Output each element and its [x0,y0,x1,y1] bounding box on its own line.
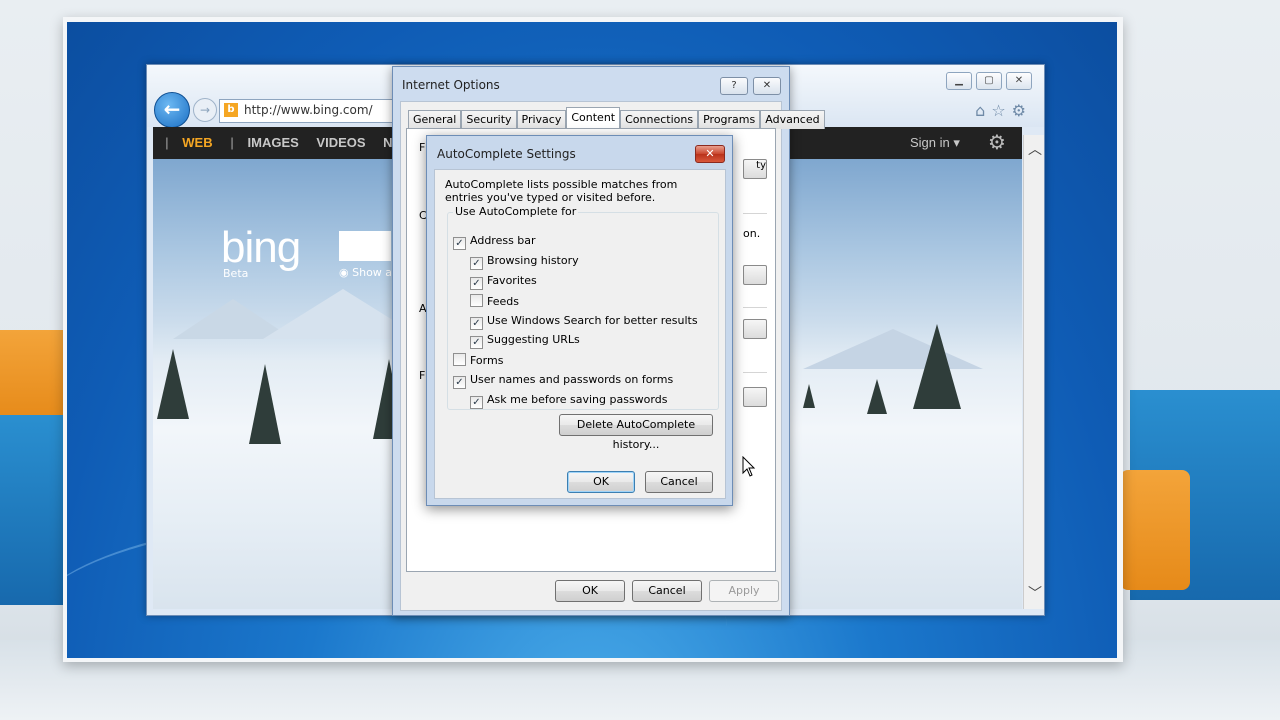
partial-button[interactable] [743,265,767,285]
pine-tree [913,324,961,409]
tab-privacy[interactable]: Privacy [516,110,567,129]
ok-button[interactable]: OK [555,580,625,602]
forward-button[interactable]: → [193,98,217,122]
checkbox-forms[interactable]: Forms [453,353,503,367]
ok-button[interactable]: OK [567,471,635,493]
apply-button[interactable]: Apply [709,580,779,602]
tab-advanced[interactable]: Advanced [760,110,825,129]
show-option-label: Show a [352,266,393,279]
tab-content[interactable]: Content [566,107,621,129]
back-button[interactable]: ← [154,92,190,128]
checkbox-checked-icon[interactable]: ✓ [453,376,466,389]
section-divider [743,372,767,373]
section-divider [743,213,767,214]
checkbox-windows-search[interactable]: ✓ Use Windows Search for better results [470,314,698,330]
address-bar[interactable]: b http://www.bing.com/ [219,99,393,123]
nav-web[interactable]: WEB [182,135,212,150]
checkbox-label: User names and passwords on forms [470,373,674,386]
pine-tree [249,364,281,444]
bing-favicon-icon: b [224,103,238,117]
checkbox-label: Suggesting URLs [487,333,580,346]
maximize-button[interactable]: ▢ [976,72,1002,90]
tab-strip: General Security Privacy Content Connections… [408,107,825,129]
sign-in-link[interactable]: Sign in ▾ [910,135,960,151]
help-button[interactable]: ? [720,77,748,95]
dialog-title: Internet Options [402,78,500,92]
description-text: AutoComplete lists possible matches from… [445,178,678,204]
partial-button[interactable]: ty [743,159,767,179]
partial-label: F [419,369,426,382]
nav-images[interactable]: IMAGES [248,135,299,150]
checkbox-browsing-history[interactable]: ✓ Browsing history [470,254,579,270]
mouse-cursor-icon [742,456,756,477]
pine-tree [803,384,815,408]
nav-videos[interactable]: VIDEOS [316,135,365,150]
favorites-star-icon[interactable]: ☆ [991,101,1011,120]
checkbox-checked-icon[interactable]: ✓ [470,257,483,270]
checkbox-favorites[interactable]: ✓ Favorites [470,274,537,290]
partial-label: F [419,141,426,154]
checkbox-label: Address bar [470,234,536,247]
tab-security[interactable]: Security [461,110,517,129]
checkbox-feeds[interactable]: Feeds [470,294,519,308]
nav-separator: | [165,135,169,150]
window-controls: ▁ ▢ ✕ [942,72,1032,90]
scroll-down-icon[interactable]: ﹀ [1028,583,1042,603]
group-label: Use AutoComplete for [453,205,579,218]
dialog-body: AutoComplete lists possible matches from… [434,169,726,499]
tab-general[interactable]: General [408,110,462,129]
checkbox-ask-before-saving[interactable]: ✓ Ask me before saving passwords [470,393,668,409]
checkbox-checked-icon[interactable]: ✓ [470,317,483,330]
checkbox-usernames-passwords[interactable]: ✓ User names and passwords on forms [453,373,674,389]
checkbox-label: Favorites [487,274,537,287]
dialog-title: AutoComplete Settings [437,147,576,161]
partial-button-label: ty [756,160,766,171]
arrow-right-icon: → [199,103,211,117]
checkbox-label: Ask me before saving passwords [487,393,668,406]
tab-connections[interactable]: Connections [620,110,699,129]
checkbox-checked-icon[interactable]: ✓ [470,336,483,349]
close-window-button[interactable]: ✕ [1006,72,1032,90]
close-button[interactable]: ✕ [695,145,725,163]
checkbox-unchecked-icon[interactable] [470,294,483,307]
checkbox-suggesting-urls[interactable]: ✓ Suggesting URLs [470,333,580,349]
pine-tree [157,349,189,419]
section-divider [743,307,767,308]
nav-separator: | [230,135,234,150]
close-button[interactable]: ✕ [753,77,781,95]
checkbox-address-bar[interactable]: ✓ Address bar [453,234,536,250]
cancel-button[interactable]: Cancel [645,471,713,493]
cancel-button[interactable]: Cancel [632,580,702,602]
address-url[interactable]: http://www.bing.com/ [244,103,373,117]
delete-autocomplete-history-button[interactable]: Delete AutoComplete history... [559,414,713,451]
show-option-partial[interactable]: ◉ Show a [339,266,392,279]
checkbox-label: Use Windows Search for better results [487,314,698,327]
checkbox-label: Browsing history [487,254,579,267]
checkbox-checked-icon[interactable]: ✓ [470,277,483,290]
tools-gear-icon[interactable]: ⚙ [1012,101,1032,120]
arrow-left-icon: ← [163,97,181,121]
checkbox-unchecked-icon[interactable] [453,353,466,366]
minimize-button[interactable]: ▁ [946,72,972,90]
bing-beta-label: Beta [223,267,249,280]
scroll-up-icon[interactable]: ︿ [1028,139,1042,159]
bing-logo: bing [221,223,301,272]
partial-label: on. [743,227,761,240]
bing-search-input[interactable] [339,231,391,261]
backdrop-sofa-orange-right [1120,470,1190,590]
backdrop-sofa-blue-left [0,415,70,605]
checkbox-checked-icon[interactable]: ✓ [470,396,483,409]
tab-programs[interactable]: Programs [698,110,761,129]
checkbox-label: Forms [470,354,504,367]
checkbox-checked-icon[interactable]: ✓ [453,237,466,250]
home-icon[interactable]: ⌂ [975,101,991,120]
vertical-scrollbar[interactable]: ︿ ﹀ [1023,135,1044,609]
pine-tree [867,379,887,414]
checkbox-label: Feeds [487,295,519,308]
partial-button[interactable] [743,319,767,339]
autocomplete-settings-dialog: AutoComplete Settings ✕ AutoComplete lis… [426,135,733,506]
bing-settings-gear-icon[interactable]: ⚙ [988,130,1006,154]
partial-button[interactable] [743,387,767,407]
ie-tool-icons: ⌂☆⚙ [975,101,1032,120]
